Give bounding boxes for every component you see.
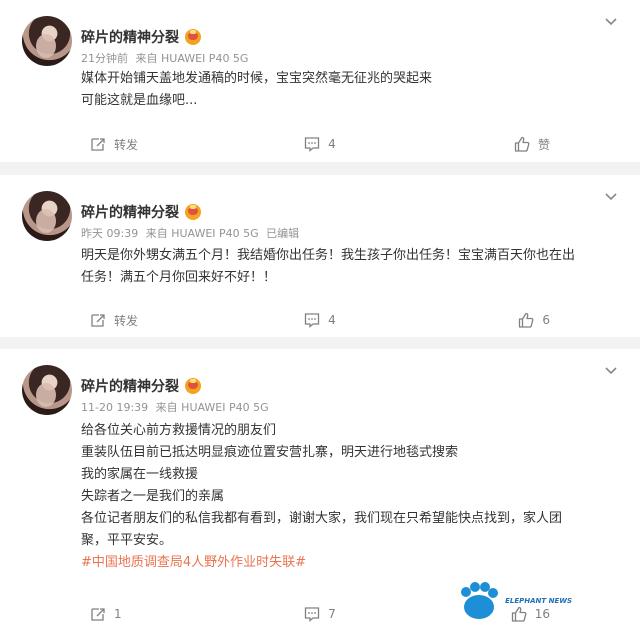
text-line: 任务！满五个月你回来好不好！！ <box>81 270 277 285</box>
like-count: 6 <box>542 313 550 327</box>
post-source: 来自 HUAWEI P40 5G <box>155 401 269 414</box>
repost-icon <box>91 138 105 151</box>
text-line: 我的家属在一线救援 <box>81 467 199 482</box>
weibo-post-2: 碎片的精神分裂 昨天 09:39 来自 HUAWEI P40 5G 已编辑 明天… <box>0 175 640 337</box>
verified-badge-icon <box>185 378 201 394</box>
comment-count: 4 <box>328 137 336 151</box>
author-row: 碎片的精神分裂 <box>81 27 201 47</box>
comment-icon <box>305 313 320 328</box>
comment-button[interactable]: 7 <box>243 604 396 624</box>
author-name[interactable]: 碎片的精神分裂 <box>81 27 179 47</box>
repost-button[interactable]: 转发 <box>0 134 243 154</box>
comment-icon <box>305 137 320 152</box>
avatar[interactable] <box>22 191 72 241</box>
weibo-post-1: 碎片的精神分裂 21分钟前 来自 HUAWEI P40 5G 媒体开始铺天盖地发… <box>0 0 640 162</box>
chevron-down-icon[interactable] <box>604 14 618 28</box>
repost-label: 转发 <box>114 313 139 328</box>
like-button[interactable]: 6 <box>397 310 640 330</box>
post-text: 明天是你外甥女满五个月！我结婚你出任务！我生孩子你出任务！宝宝满百天你也在出 任… <box>81 245 618 289</box>
comment-count: 7 <box>328 607 336 621</box>
repost-button[interactable]: 转发 <box>0 310 243 330</box>
action-bar: 转发 4 6 <box>0 310 640 330</box>
text-line: 各位记者朋友们的私信我都有看到，谢谢大家，我们现在只希望能快点找到，家人团 <box>81 511 563 526</box>
watermark: ELEPHANT NEWS <box>457 581 572 621</box>
post-time[interactable]: 11-20 19:39 <box>81 401 148 414</box>
post-meta: 11-20 19:39 来自 HUAWEI P40 5G <box>81 399 273 415</box>
hashtag-link[interactable]: #中国地质调查局4人野外作业时失联# <box>81 552 618 574</box>
comment-button[interactable]: 4 <box>243 310 396 330</box>
comment-count: 4 <box>328 313 336 327</box>
verified-badge-icon <box>185 204 201 220</box>
repost-label: 转发 <box>114 137 139 152</box>
repost-icon <box>91 608 105 621</box>
text-line: 重装队伍目前已抵达明显痕迹位置安营扎寨，明天进行地毯式搜索 <box>81 445 459 460</box>
chevron-down-icon[interactable] <box>604 363 618 377</box>
author-name[interactable]: 碎片的精神分裂 <box>81 202 179 222</box>
avatar[interactable] <box>22 16 72 66</box>
avatar[interactable] <box>22 365 72 415</box>
repost-icon <box>91 314 105 327</box>
verified-badge-icon <box>185 29 201 45</box>
post-time[interactable]: 昨天 09:39 <box>81 227 138 240</box>
chevron-down-icon[interactable] <box>604 189 618 203</box>
comment-icon <box>305 607 320 622</box>
elephant-news-logo-icon <box>461 582 499 619</box>
post-text: 给各位关心前方救援情况的朋友们 重装队伍目前已抵达明显痕迹位置安营扎寨，明天进行… <box>81 420 618 574</box>
repost-button[interactable]: 1 <box>0 604 243 624</box>
author-row: 碎片的精神分裂 <box>81 376 201 396</box>
author-row: 碎片的精神分裂 <box>81 202 201 222</box>
post-text: 媒体开始铺天盖地发通稿的时候，宝宝突然毫无征兆的哭起来 可能这就是血缘吧... <box>81 68 618 112</box>
comment-button[interactable]: 4 <box>243 134 396 154</box>
like-button[interactable]: 赞 <box>397 134 640 154</box>
post-meta: 昨天 09:39 来自 HUAWEI P40 5G 已编辑 <box>81 225 303 241</box>
like-label: 赞 <box>537 137 550 152</box>
repost-count: 1 <box>114 607 122 621</box>
like-icon <box>519 312 534 328</box>
post-source: 来自 HUAWEI P40 5G <box>135 52 249 65</box>
text-line: 失踪者之一是我们的亲属 <box>81 489 225 504</box>
author-name[interactable]: 碎片的精神分裂 <box>81 376 179 396</box>
post-source: 来自 HUAWEI P40 5G <box>145 227 259 240</box>
watermark-text: ELEPHANT NEWS <box>505 597 572 605</box>
text-line: 可能这就是血缘吧... <box>81 93 198 108</box>
post-time[interactable]: 21分钟前 <box>81 52 128 65</box>
text-line: 明天是你外甥女满五个月！我结婚你出任务！我生孩子你出任务！宝宝满百天你也在出 <box>81 248 576 263</box>
like-icon <box>514 136 530 152</box>
text-line: 聚，平平安安。 <box>81 533 173 548</box>
text-line: 给各位关心前方救援情况的朋友们 <box>81 423 277 438</box>
action-bar: 转发 4 赞 <box>0 134 640 154</box>
weibo-post-3: 碎片的精神分裂 11-20 19:39 来自 HUAWEI P40 5G 给各位… <box>0 349 640 635</box>
text-line: 媒体开始铺天盖地发通稿的时候，宝宝突然毫无征兆的哭起来 <box>81 71 433 86</box>
post-meta: 21分钟前 来自 HUAWEI P40 5G <box>81 50 252 66</box>
edited-tag[interactable]: 已编辑 <box>266 227 299 240</box>
